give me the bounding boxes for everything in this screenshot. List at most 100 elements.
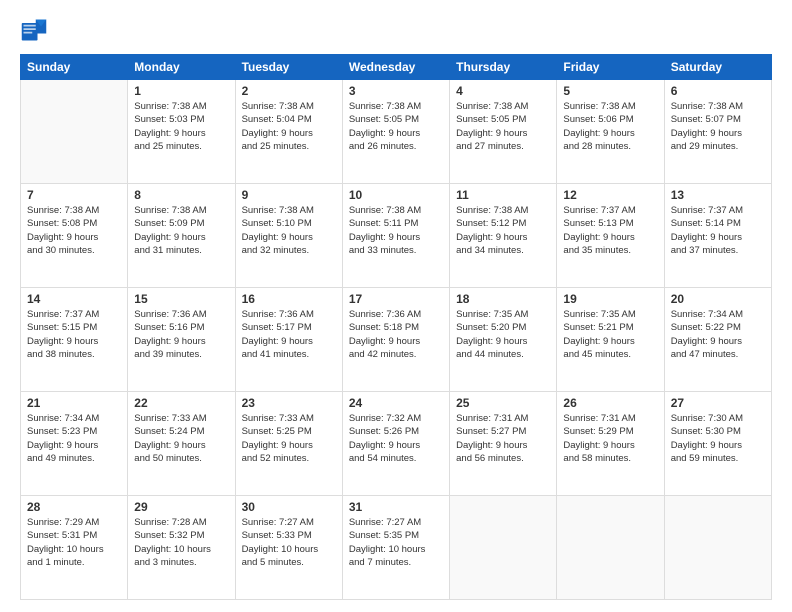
weekday-header-thursday: Thursday xyxy=(450,55,557,80)
page: SundayMondayTuesdayWednesdayThursdayFrid… xyxy=(0,0,792,612)
day-number: 24 xyxy=(349,396,443,410)
calendar-cell: 18 Sunrise: 7:35 AM Sunset: 5:20 PM Dayli… xyxy=(450,288,557,392)
day-info: Sunrise: 7:31 AM Sunset: 5:27 PM Dayligh… xyxy=(456,412,550,465)
day-info: Sunrise: 7:37 AM Sunset: 5:14 PM Dayligh… xyxy=(671,204,765,257)
calendar-cell xyxy=(664,496,771,600)
day-number: 6 xyxy=(671,84,765,98)
day-info: Sunrise: 7:36 AM Sunset: 5:16 PM Dayligh… xyxy=(134,308,228,361)
day-info: Sunrise: 7:38 AM Sunset: 5:05 PM Dayligh… xyxy=(349,100,443,153)
calendar-cell: 17 Sunrise: 7:36 AM Sunset: 5:18 PM Dayli… xyxy=(342,288,449,392)
calendar-cell: 5 Sunrise: 7:38 AM Sunset: 5:06 PM Daylig… xyxy=(557,80,664,184)
day-number: 1 xyxy=(134,84,228,98)
day-number: 19 xyxy=(563,292,657,306)
day-number: 29 xyxy=(134,500,228,514)
calendar-cell: 28 Sunrise: 7:29 AM Sunset: 5:31 PM Dayli… xyxy=(21,496,128,600)
calendar-cell: 10 Sunrise: 7:38 AM Sunset: 5:11 PM Dayli… xyxy=(342,184,449,288)
calendar-cell: 1 Sunrise: 7:38 AM Sunset: 5:03 PM Daylig… xyxy=(128,80,235,184)
day-info: Sunrise: 7:31 AM Sunset: 5:29 PM Dayligh… xyxy=(563,412,657,465)
day-number: 27 xyxy=(671,396,765,410)
calendar-cell: 12 Sunrise: 7:37 AM Sunset: 5:13 PM Dayli… xyxy=(557,184,664,288)
calendar-cell: 14 Sunrise: 7:37 AM Sunset: 5:15 PM Dayli… xyxy=(21,288,128,392)
day-number: 20 xyxy=(671,292,765,306)
day-number: 4 xyxy=(456,84,550,98)
day-number: 23 xyxy=(242,396,336,410)
day-info: Sunrise: 7:38 AM Sunset: 5:07 PM Dayligh… xyxy=(671,100,765,153)
header xyxy=(20,16,772,44)
day-number: 21 xyxy=(27,396,121,410)
calendar-cell: 31Sunrise: 7:27 AM Sunset: 5:35 PM Dayli… xyxy=(342,496,449,600)
calendar-week-4: 28 Sunrise: 7:29 AM Sunset: 5:31 PM Dayli… xyxy=(21,496,772,600)
day-info: Sunrise: 7:35 AM Sunset: 5:21 PM Dayligh… xyxy=(563,308,657,361)
day-number: 17 xyxy=(349,292,443,306)
weekday-row: SundayMondayTuesdayWednesdayThursdayFrid… xyxy=(21,55,772,80)
day-number: 13 xyxy=(671,188,765,202)
calendar-cell: 22Sunrise: 7:33 AM Sunset: 5:24 PM Dayli… xyxy=(128,392,235,496)
day-number: 10 xyxy=(349,188,443,202)
day-info: Sunrise: 7:38 AM Sunset: 5:09 PM Dayligh… xyxy=(134,204,228,257)
day-info: Sunrise: 7:28 AM Sunset: 5:32 PM Dayligh… xyxy=(134,516,228,569)
calendar-cell: 20 Sunrise: 7:34 AM Sunset: 5:22 PM Dayli… xyxy=(664,288,771,392)
day-info: Sunrise: 7:38 AM Sunset: 5:10 PM Dayligh… xyxy=(242,204,336,257)
weekday-header-tuesday: Tuesday xyxy=(235,55,342,80)
weekday-header-sunday: Sunday xyxy=(21,55,128,80)
day-info: Sunrise: 7:29 AM Sunset: 5:31 PM Dayligh… xyxy=(27,516,121,569)
calendar-cell: 4 Sunrise: 7:38 AM Sunset: 5:05 PM Daylig… xyxy=(450,80,557,184)
day-info: Sunrise: 7:35 AM Sunset: 5:20 PM Dayligh… xyxy=(456,308,550,361)
day-number: 12 xyxy=(563,188,657,202)
weekday-header-friday: Friday xyxy=(557,55,664,80)
calendar-cell: 27 Sunrise: 7:30 AM Sunset: 5:30 PM Dayli… xyxy=(664,392,771,496)
day-number: 18 xyxy=(456,292,550,306)
day-number: 8 xyxy=(134,188,228,202)
day-info: Sunrise: 7:38 AM Sunset: 5:12 PM Dayligh… xyxy=(456,204,550,257)
day-number: 16 xyxy=(242,292,336,306)
calendar-cell: 13 Sunrise: 7:37 AM Sunset: 5:14 PM Dayli… xyxy=(664,184,771,288)
calendar-cell xyxy=(450,496,557,600)
calendar-cell: 8 Sunrise: 7:38 AM Sunset: 5:09 PM Daylig… xyxy=(128,184,235,288)
day-number: 14 xyxy=(27,292,121,306)
day-info: Sunrise: 7:38 AM Sunset: 5:11 PM Dayligh… xyxy=(349,204,443,257)
calendar-cell: 21 Sunrise: 7:34 AM Sunset: 5:23 PM Dayli… xyxy=(21,392,128,496)
day-number: 22 xyxy=(134,396,228,410)
day-number: 28 xyxy=(27,500,121,514)
day-number: 25 xyxy=(456,396,550,410)
day-info: Sunrise: 7:32 AM Sunset: 5:26 PM Dayligh… xyxy=(349,412,443,465)
day-info: Sunrise: 7:37 AM Sunset: 5:13 PM Dayligh… xyxy=(563,204,657,257)
calendar-cell xyxy=(557,496,664,600)
day-info: Sunrise: 7:30 AM Sunset: 5:30 PM Dayligh… xyxy=(671,412,765,465)
calendar-cell xyxy=(21,80,128,184)
logo-icon xyxy=(20,16,48,44)
calendar-week-2: 14 Sunrise: 7:37 AM Sunset: 5:15 PM Dayli… xyxy=(21,288,772,392)
calendar-cell: 3 Sunrise: 7:38 AM Sunset: 5:05 PM Daylig… xyxy=(342,80,449,184)
day-number: 3 xyxy=(349,84,443,98)
day-info: Sunrise: 7:38 AM Sunset: 5:06 PM Dayligh… xyxy=(563,100,657,153)
day-info: Sunrise: 7:27 AM Sunset: 5:33 PM Dayligh… xyxy=(242,516,336,569)
day-info: Sunrise: 7:27 AM Sunset: 5:35 PM Dayligh… xyxy=(349,516,443,569)
calendar-week-3: 21 Sunrise: 7:34 AM Sunset: 5:23 PM Dayli… xyxy=(21,392,772,496)
day-info: Sunrise: 7:37 AM Sunset: 5:15 PM Dayligh… xyxy=(27,308,121,361)
day-info: Sunrise: 7:34 AM Sunset: 5:23 PM Dayligh… xyxy=(27,412,121,465)
calendar-cell: 9Sunrise: 7:38 AM Sunset: 5:10 PM Daylig… xyxy=(235,184,342,288)
day-info: Sunrise: 7:34 AM Sunset: 5:22 PM Dayligh… xyxy=(671,308,765,361)
calendar-cell: 19 Sunrise: 7:35 AM Sunset: 5:21 PM Dayli… xyxy=(557,288,664,392)
calendar-cell: 29 Sunrise: 7:28 AM Sunset: 5:32 PM Dayli… xyxy=(128,496,235,600)
calendar-header: SundayMondayTuesdayWednesdayThursdayFrid… xyxy=(21,55,772,80)
calendar-cell: 24 Sunrise: 7:32 AM Sunset: 5:26 PM Dayli… xyxy=(342,392,449,496)
weekday-header-wednesday: Wednesday xyxy=(342,55,449,80)
calendar-cell: 15 Sunrise: 7:36 AM Sunset: 5:16 PM Dayli… xyxy=(128,288,235,392)
day-number: 26 xyxy=(563,396,657,410)
day-info: Sunrise: 7:38 AM Sunset: 5:05 PM Dayligh… xyxy=(456,100,550,153)
day-info: Sunrise: 7:38 AM Sunset: 5:03 PM Dayligh… xyxy=(134,100,228,153)
day-number: 5 xyxy=(563,84,657,98)
weekday-header-saturday: Saturday xyxy=(664,55,771,80)
day-info: Sunrise: 7:36 AM Sunset: 5:18 PM Dayligh… xyxy=(349,308,443,361)
calendar-cell: 2Sunrise: 7:38 AM Sunset: 5:04 PM Daylig… xyxy=(235,80,342,184)
logo xyxy=(20,16,52,44)
calendar-cell: 26 Sunrise: 7:31 AM Sunset: 5:29 PM Dayli… xyxy=(557,392,664,496)
calendar-cell: 6 Sunrise: 7:38 AM Sunset: 5:07 PM Daylig… xyxy=(664,80,771,184)
day-info: Sunrise: 7:38 AM Sunset: 5:08 PM Dayligh… xyxy=(27,204,121,257)
calendar-cell: 16 Sunrise: 7:36 AM Sunset: 5:17 PM Dayli… xyxy=(235,288,342,392)
calendar-cell: 30Sunrise: 7:27 AM Sunset: 5:33 PM Dayli… xyxy=(235,496,342,600)
calendar-week-1: 7Sunrise: 7:38 AM Sunset: 5:08 PM Daylig… xyxy=(21,184,772,288)
day-info: Sunrise: 7:36 AM Sunset: 5:17 PM Dayligh… xyxy=(242,308,336,361)
day-number: 15 xyxy=(134,292,228,306)
